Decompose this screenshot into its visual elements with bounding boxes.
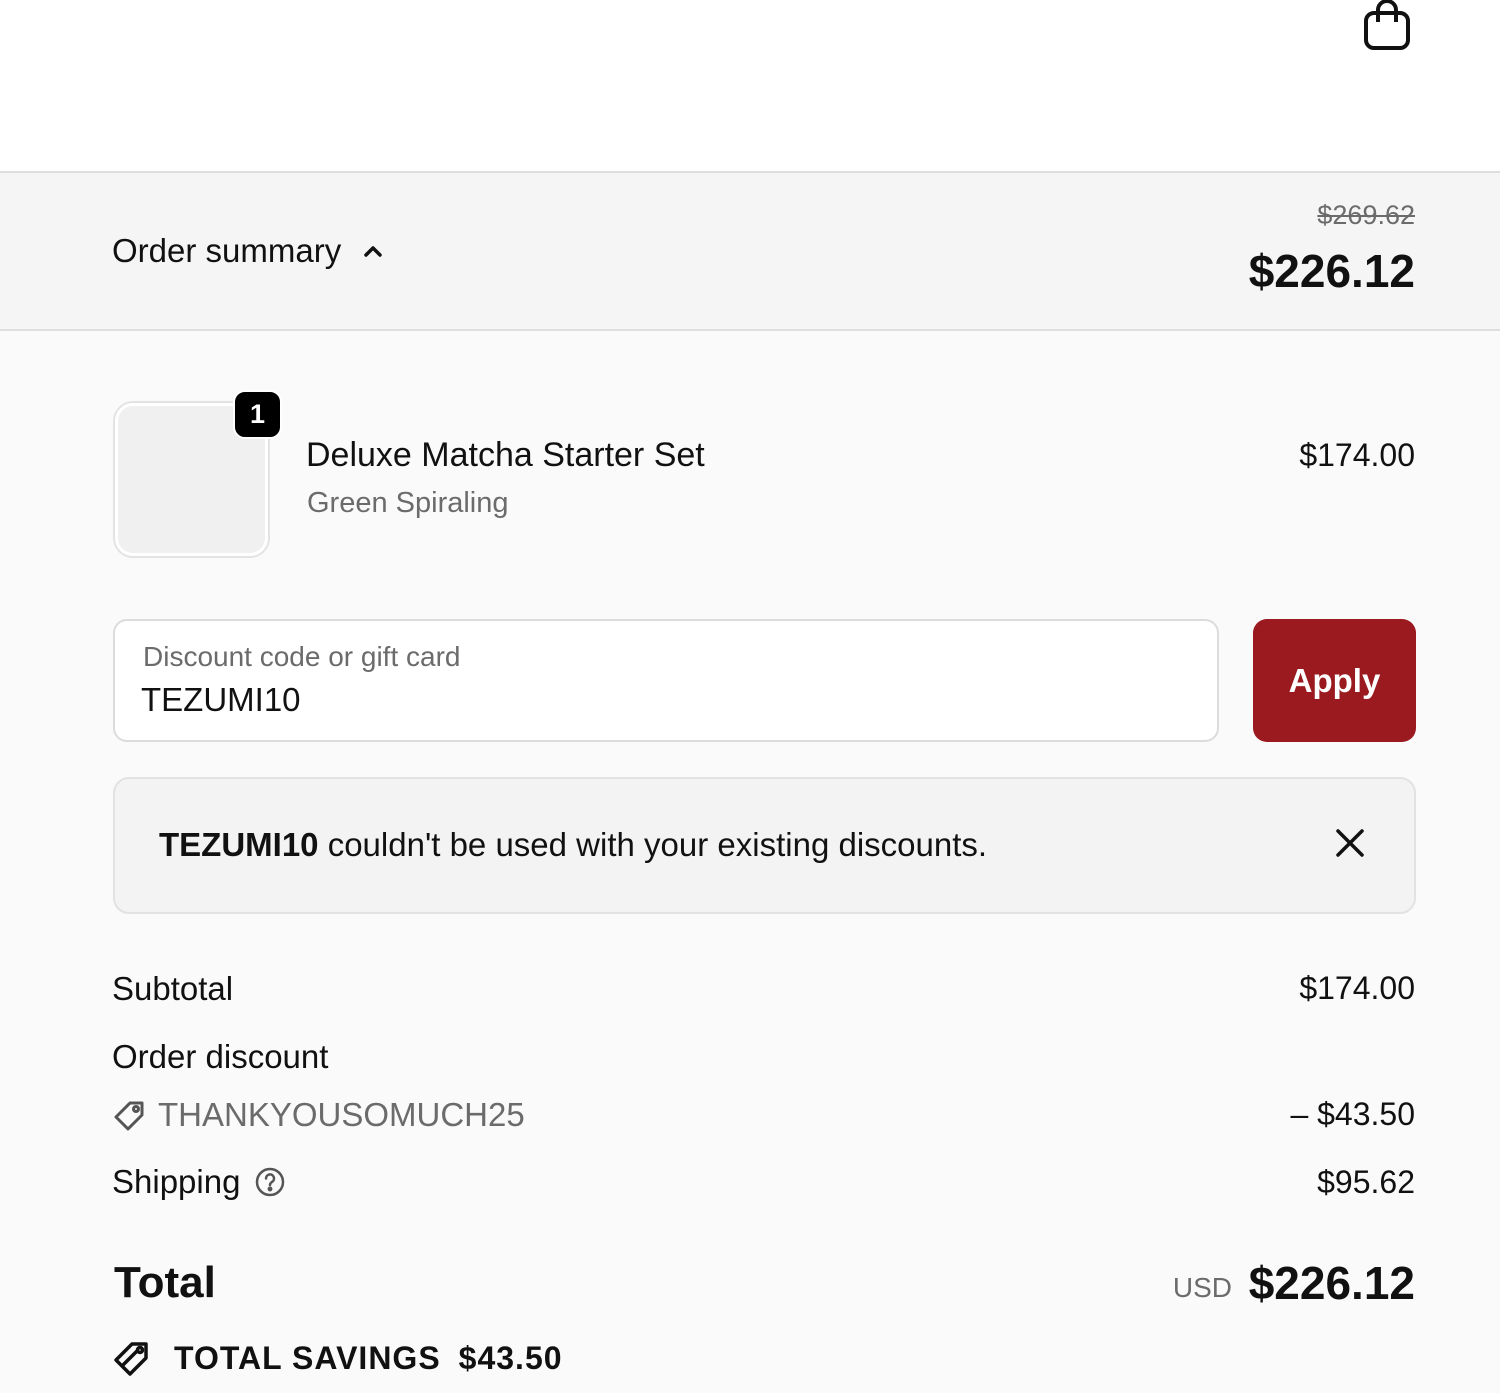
discount-value: – $43.50 [1290, 1096, 1415, 1132]
order-summary-toggle[interactable]: Order summary [112, 232, 387, 270]
alert-message: TEZUMI10 couldn't be used with your exis… [159, 826, 987, 864]
summary-total-price: $226.12 [1248, 245, 1415, 297]
product-name: Deluxe Matcha Starter Set [306, 436, 705, 474]
discount-code-label: Discount code or gift card [143, 641, 461, 672]
savings-label: TOTAL SAVINGS [174, 1339, 441, 1376]
chevron-up-icon [364, 246, 382, 257]
apply-button[interactable]: Apply [1253, 619, 1416, 742]
alert-code: TEZUMI10 [159, 826, 319, 863]
order-summary-label: Order summary [112, 232, 342, 269]
product-variant: Green Spiraling [307, 487, 509, 519]
help-icon[interactable] [254, 1166, 286, 1198]
subtotal-label: Subtotal [112, 970, 234, 1007]
total-amount: $226.12 [1248, 1257, 1415, 1309]
discount-code-text: THANKYOUSOMUCH25 [158, 1096, 525, 1133]
close-icon[interactable] [1330, 823, 1370, 863]
total-label: Total [114, 1258, 216, 1307]
discount-code-input[interactable] [141, 677, 1181, 723]
shipping-label: Shipping [112, 1163, 241, 1200]
product-price: $174.00 [1299, 437, 1415, 473]
subtotal-value: $174.00 [1299, 970, 1415, 1006]
currency-code: USD [1172, 1272, 1232, 1303]
order-discount-label: Order discount [112, 1038, 329, 1075]
savings-tag-icon [114, 1342, 148, 1376]
shipping-row: Shipping [112, 1163, 286, 1201]
discount-code-field[interactable]: Discount code or gift card [113, 619, 1219, 742]
checkout-header [0, 0, 1500, 173]
total-savings: TOTAL SAVINGS $43.50 [112, 1336, 563, 1380]
shipping-value: $95.62 [1317, 1164, 1415, 1200]
quantity-badge: 1 [233, 390, 282, 439]
savings-value: $43.50 [458, 1339, 563, 1376]
shopping-bag-icon[interactable] [1360, 0, 1414, 54]
applied-discount-code: THANKYOUSOMUCH25 [112, 1096, 525, 1134]
alert-text: couldn't be used with your existing disc… [327, 826, 988, 863]
original-price: $269.62 [1317, 200, 1415, 230]
tag-icon [114, 1101, 144, 1131]
discount-error-alert: TEZUMI10 couldn't be used with your exis… [113, 777, 1416, 914]
